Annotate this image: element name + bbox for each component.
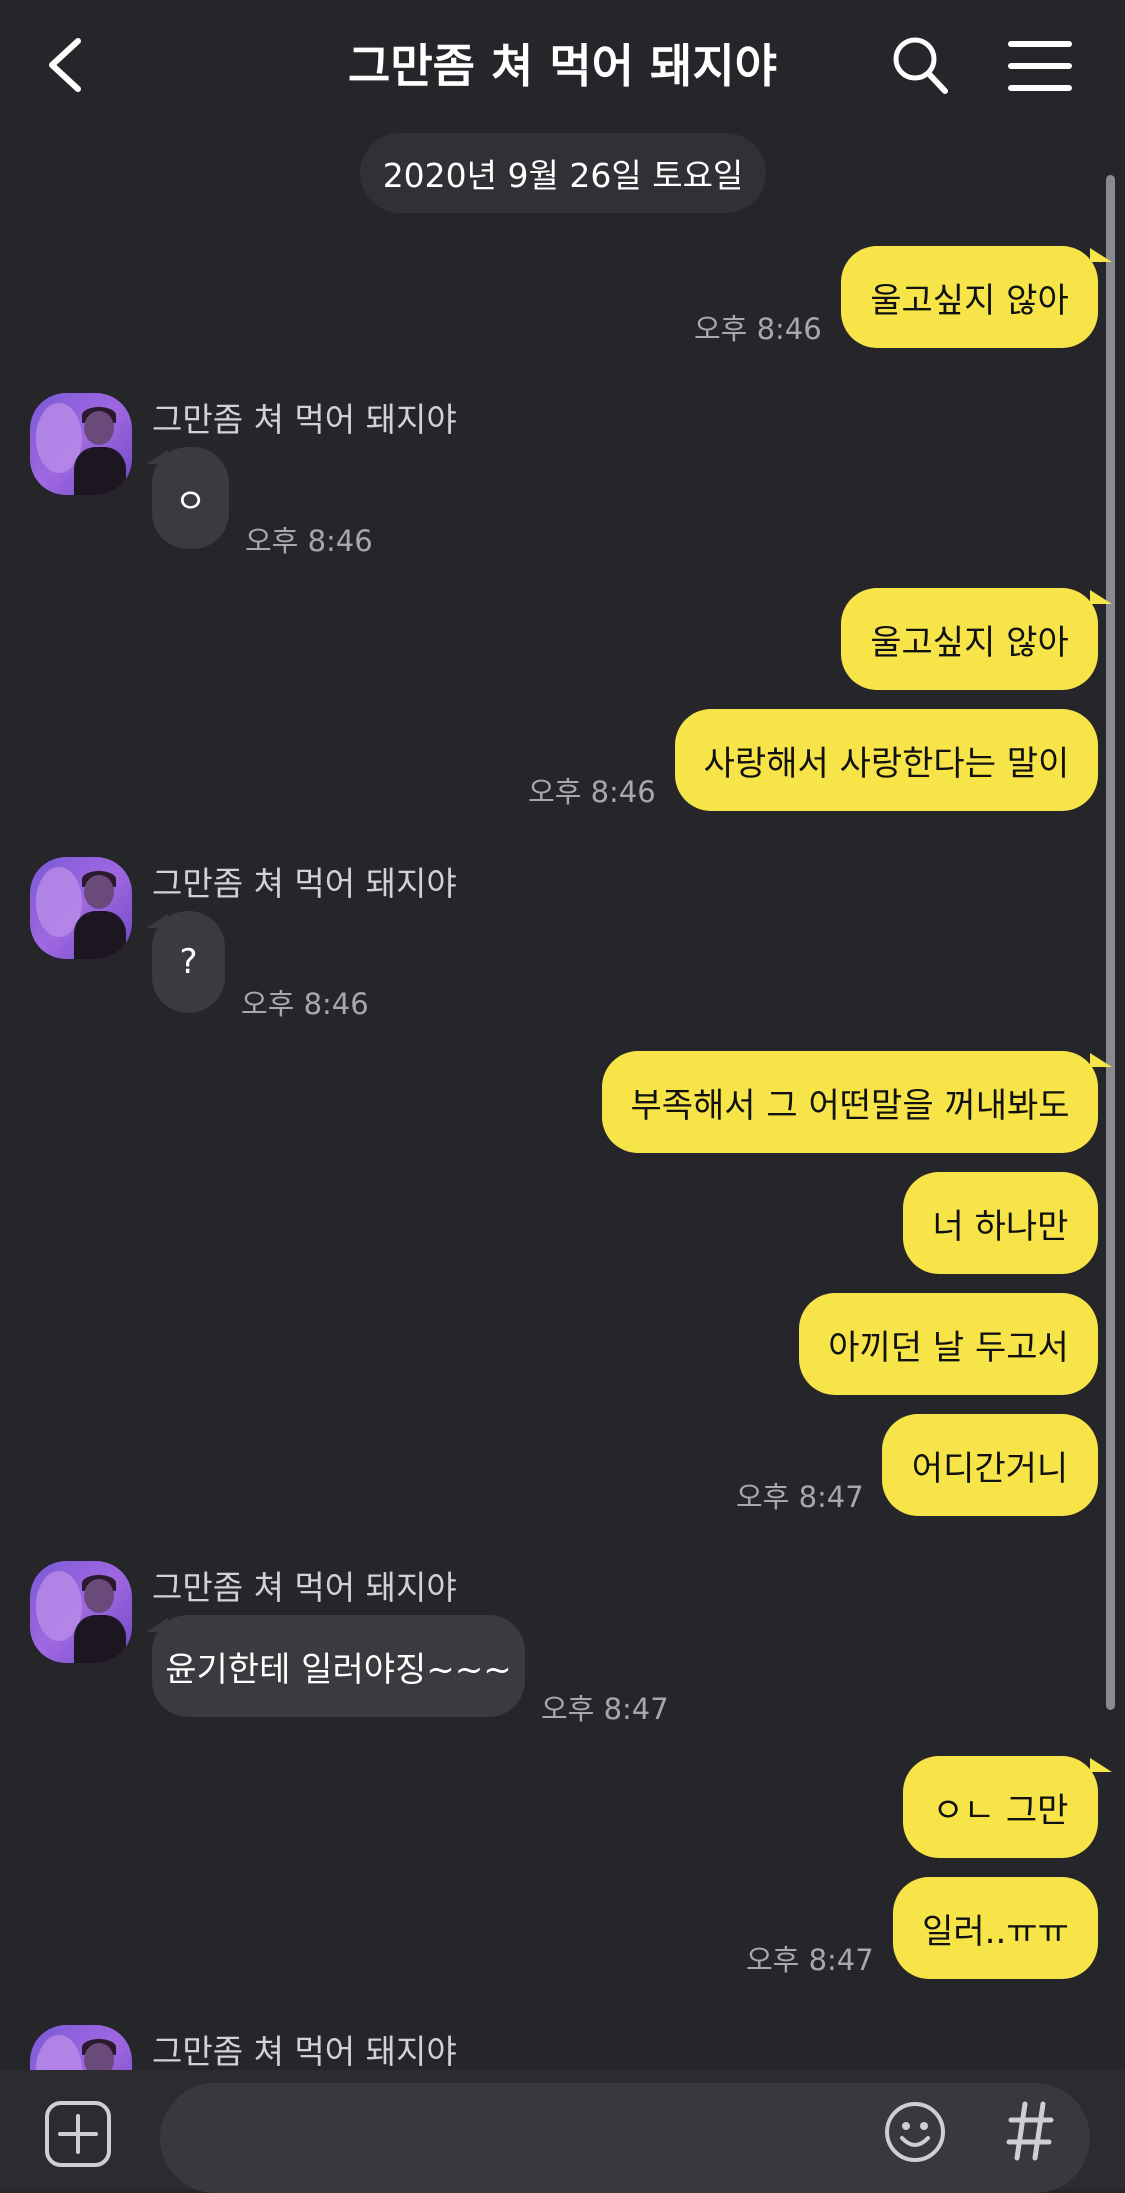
date-divider: 2020년 9월 26일 토요일 <box>360 133 766 213</box>
message-time: 오후 8:46 <box>694 312 822 346</box>
hashtag-button[interactable] <box>1005 2098 1055 2168</box>
avatar[interactable] <box>30 857 132 959</box>
bubble-tail <box>1090 248 1112 262</box>
attach-button[interactable] <box>44 2100 112 2172</box>
plus-square-icon <box>45 2101 111 2167</box>
outgoing-message[interactable]: 아끼던 날 두고서 <box>799 1293 1098 1395</box>
smiley-icon <box>885 2102 945 2162</box>
bubble-tail <box>1090 1758 1112 1772</box>
message-time: 오후 8:47 <box>746 1943 874 1977</box>
message-input[interactable] <box>160 2083 1090 2193</box>
message-time: 오후 8:47 <box>736 1480 864 1514</box>
incoming-message[interactable]: ㅇ <box>152 447 229 549</box>
hashtag-icon <box>1006 2101 1054 2161</box>
incoming-message[interactable]: 윤기한테 일러야징~~~ <box>152 1615 525 1717</box>
sender-name: 그만좀 쳐 먹어 돼지야 <box>152 1568 457 1607</box>
bubble-tail <box>1090 1053 1112 1067</box>
sender-name: 그만좀 쳐 먹어 돼지야 <box>152 864 457 903</box>
message-time: 오후 8:47 <box>541 1692 669 1726</box>
search-icon <box>893 37 948 94</box>
message-time: 오후 8:46 <box>528 775 656 809</box>
message-time: 오후 8:46 <box>245 524 373 558</box>
emoji-button[interactable] <box>883 2100 947 2168</box>
sender-name: 그만좀 쳐 먹어 돼지야 <box>152 2032 457 2071</box>
scrollbar[interactable] <box>1106 175 1115 1710</box>
avatar[interactable] <box>30 1561 132 1663</box>
outgoing-message[interactable]: 사랑해서 사랑한다는 말이 <box>675 709 1098 811</box>
bubble-tail <box>1090 590 1112 604</box>
sender-name: 그만좀 쳐 먹어 돼지야 <box>152 400 457 439</box>
outgoing-message[interactable]: 울고싶지 않아 <box>841 246 1098 348</box>
chat-title: 그만좀 쳐 먹어 돼지야 <box>348 39 777 93</box>
message-time: 오후 8:46 <box>241 987 369 1021</box>
incoming-message[interactable]: ? <box>152 911 225 1013</box>
outgoing-message[interactable]: 울고싶지 않아 <box>841 588 1098 690</box>
outgoing-message[interactable]: 일러..ㅠㅠ <box>893 1877 1098 1979</box>
search-button[interactable] <box>890 34 950 100</box>
avatar[interactable] <box>30 393 132 495</box>
outgoing-message[interactable]: 부족해서 그 어떤말을 꺼내봐도 <box>602 1051 1098 1153</box>
outgoing-message[interactable]: ㅇㄴ 그만 <box>903 1756 1098 1858</box>
menu-icon <box>1008 41 1072 91</box>
chat-header: 그만좀 쳐 먹어 돼지야 <box>0 0 1125 130</box>
menu-button[interactable] <box>1008 40 1072 96</box>
outgoing-message[interactable]: 너 하나만 <box>903 1172 1098 1274</box>
outgoing-message[interactable]: 어디간거니 <box>882 1414 1098 1516</box>
